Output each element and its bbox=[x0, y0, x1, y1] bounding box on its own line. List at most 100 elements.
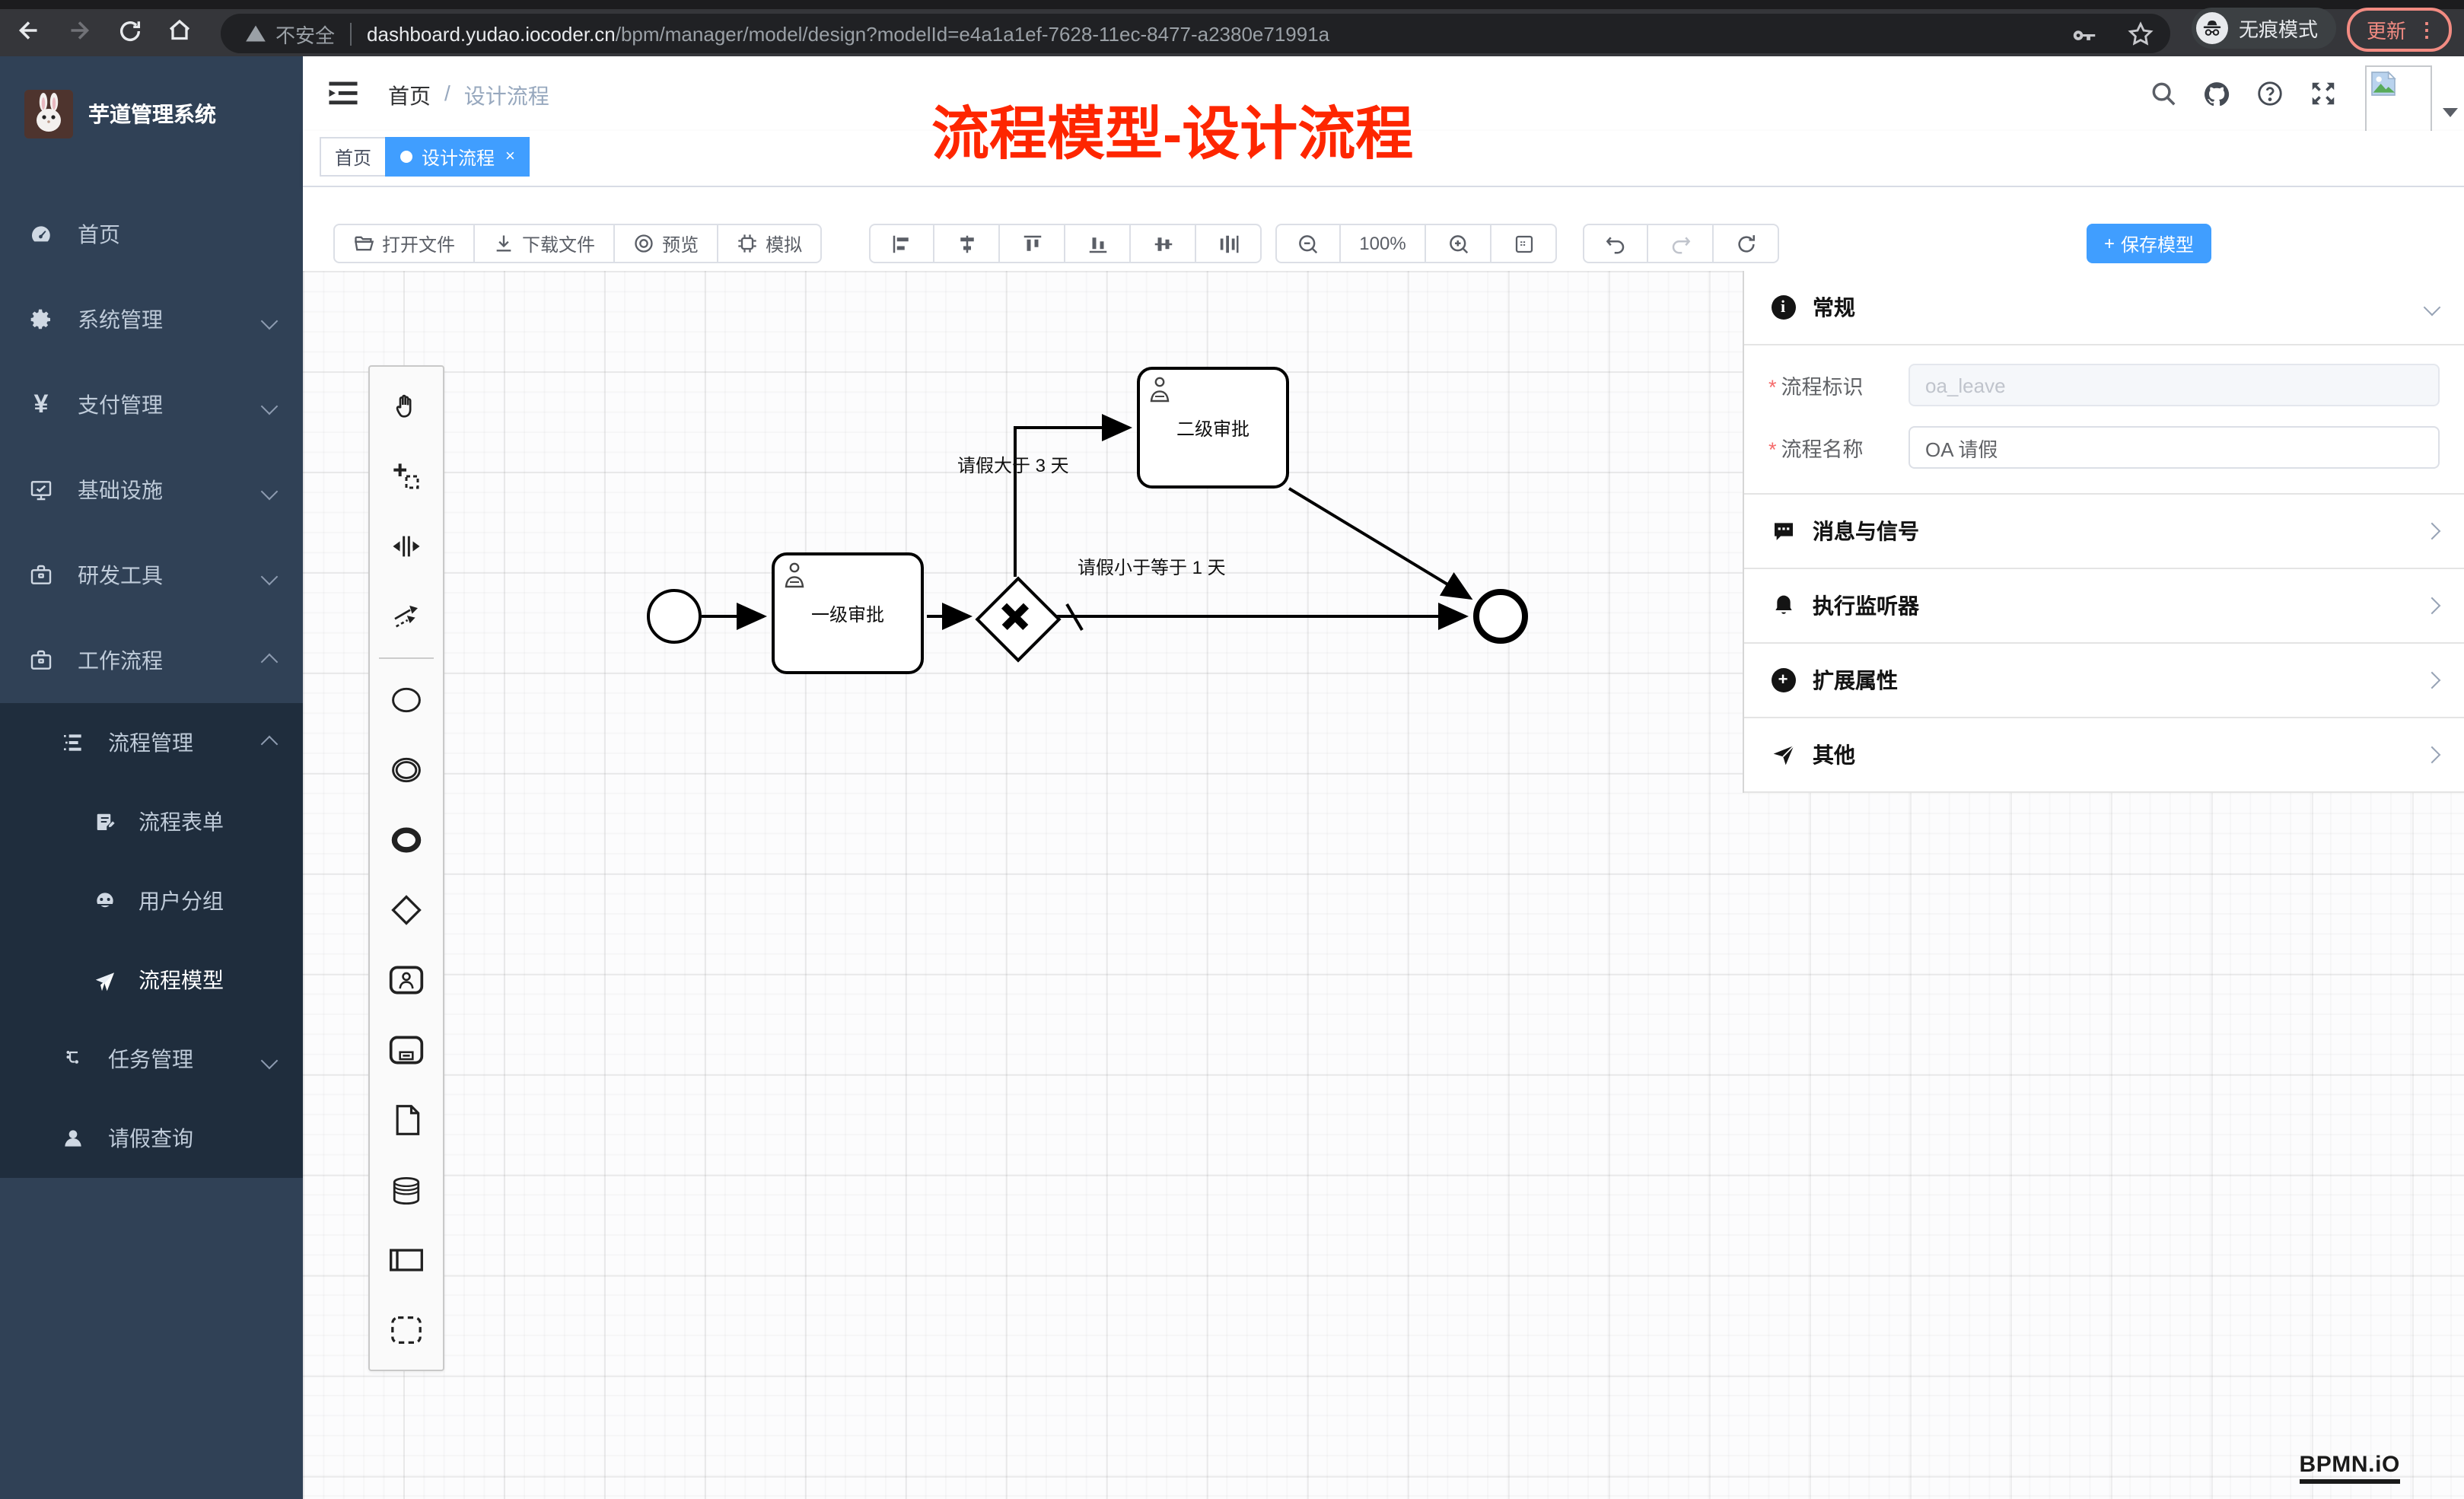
app-logo-row[interactable]: 芋道管理系统 bbox=[0, 56, 303, 151]
section-extended-attrs[interactable]: + 扩展属性 bbox=[1744, 644, 2464, 718]
incognito-badge: 无痕模式 bbox=[2192, 8, 2336, 49]
align-left-button[interactable] bbox=[869, 224, 934, 263]
redo-button[interactable] bbox=[1648, 224, 1714, 263]
bell-icon bbox=[1770, 593, 1796, 619]
close-icon[interactable]: × bbox=[505, 148, 515, 166]
flow-label-le1[interactable]: 请假小于等于 1 天 bbox=[1078, 554, 1226, 580]
app-window: 不安全 dashboard.yudao.iocoder.cn/bpm/manag… bbox=[0, 0, 2464, 1499]
restart-button[interactable] bbox=[1714, 224, 1779, 263]
flow-task2-to-end[interactable] bbox=[1289, 489, 1470, 598]
browser-toolbar: 不安全 dashboard.yudao.iocoder.cn/bpm/manag… bbox=[0, 0, 2464, 56]
tab-design-process[interactable]: 设计流程 × bbox=[385, 137, 530, 177]
end-event[interactable] bbox=[1473, 589, 1528, 644]
process-key-input[interactable] bbox=[1908, 364, 2440, 406]
chevron-right-icon bbox=[2424, 746, 2441, 764]
simulate-button[interactable]: 模拟 bbox=[718, 224, 822, 263]
update-button[interactable]: 更新 ⋮ bbox=[2347, 8, 2452, 52]
section-general[interactable]: i 常规 bbox=[1744, 271, 2464, 345]
preview-button[interactable]: 预览 bbox=[615, 224, 718, 263]
back-button[interactable] bbox=[14, 15, 44, 46]
task-label: 二级审批 bbox=[1176, 415, 1250, 441]
chevron-down-icon bbox=[261, 483, 279, 501]
align-middle-vertical-button[interactable] bbox=[1131, 224, 1196, 263]
breadcrumb-separator: / bbox=[444, 81, 450, 111]
forward-button[interactable] bbox=[64, 15, 94, 46]
undo-button[interactable] bbox=[1583, 224, 1648, 263]
zoom-fit-button[interactable] bbox=[1491, 224, 1557, 263]
distribute-horizontal-button[interactable] bbox=[1196, 224, 1262, 263]
process-name-input[interactable] bbox=[1908, 426, 2440, 469]
chevron-right-icon bbox=[2424, 672, 2441, 689]
bpmn-io-watermark[interactable]: BPMN.iO bbox=[2299, 1453, 2400, 1484]
user-task-level2[interactable]: 二级审批 bbox=[1137, 367, 1289, 489]
avatar-caret-icon[interactable] bbox=[2443, 108, 2458, 117]
sidebar-item-process-form[interactable]: 流程表单 bbox=[0, 782, 303, 861]
address-bar[interactable]: 不安全 dashboard.yudao.iocoder.cn/bpm/manag… bbox=[221, 14, 2170, 53]
user-icon bbox=[61, 1126, 85, 1151]
sidebar-item-devtools[interactable]: 研发工具 bbox=[0, 533, 303, 618]
help-icon[interactable] bbox=[2255, 79, 2284, 108]
tab-home[interactable]: 首页 bbox=[320, 137, 387, 177]
section-label: 常规 bbox=[1813, 292, 2409, 323]
sidebar-item-label: 研发工具 bbox=[78, 560, 163, 590]
sidebar-item-system[interactable]: 系统管理 bbox=[0, 277, 303, 362]
reload-button[interactable] bbox=[114, 15, 145, 46]
zoom-in-button[interactable] bbox=[1426, 224, 1491, 263]
sidebar-item-label: 流程模型 bbox=[138, 965, 224, 995]
save-model-button[interactable]: + 保存模型 bbox=[2087, 224, 2211, 263]
align-top-button[interactable] bbox=[1000, 224, 1065, 263]
section-label: 执行监听器 bbox=[1813, 590, 2409, 621]
sidebar-item-leave-query[interactable]: 请假查询 bbox=[0, 1099, 303, 1178]
chevron-down-icon bbox=[261, 568, 279, 586]
flow-icon bbox=[61, 1047, 85, 1071]
chevron-down-icon bbox=[261, 1052, 279, 1070]
search-icon[interactable] bbox=[2149, 79, 2178, 108]
gear-icon bbox=[29, 307, 53, 332]
key-icon[interactable] bbox=[2070, 19, 2099, 48]
sidebar-item-process-model[interactable]: 流程模型 bbox=[0, 940, 303, 1020]
section-message-signal[interactable]: 消息与信号 bbox=[1744, 495, 2464, 569]
download-file-button[interactable]: 下载文件 bbox=[475, 224, 615, 263]
sidebar-item-label: 工作流程 bbox=[78, 645, 163, 676]
zoom-out-button[interactable] bbox=[1275, 224, 1341, 263]
sidebar-item-label: 请假查询 bbox=[108, 1123, 193, 1154]
sidebar-item-label: 基础设施 bbox=[78, 475, 163, 505]
task-label: 一级审批 bbox=[811, 600, 884, 626]
open-file-button[interactable]: 打开文件 bbox=[333, 224, 475, 263]
sidebar-item-process-mgmt[interactable]: 流程管理 bbox=[0, 703, 303, 782]
user-task-level1[interactable]: 一级审批 bbox=[772, 552, 924, 674]
sidebar-item-infra[interactable]: 基础设施 bbox=[0, 447, 303, 533]
warning-icon bbox=[245, 23, 266, 44]
sidebar-collapse-icon[interactable] bbox=[326, 78, 359, 108]
section-execution-listener[interactable]: 执行监听器 bbox=[1744, 569, 2464, 644]
breadcrumb-home[interactable]: 首页 bbox=[388, 81, 431, 111]
button-label: 预览 bbox=[662, 231, 699, 256]
sidebar-item-user-group[interactable]: 用户分组 bbox=[0, 861, 303, 940]
sidebar-item-workflow[interactable]: 工作流程 bbox=[0, 618, 303, 703]
sidebar-item-payment[interactable]: ¥ 支付管理 bbox=[0, 362, 303, 447]
section-other[interactable]: 其他 bbox=[1744, 718, 2464, 793]
bookmark-star-icon[interactable] bbox=[2126, 19, 2155, 48]
sidebar-item-home[interactable]: 首页 bbox=[0, 192, 303, 277]
paper-plane-icon bbox=[93, 968, 117, 992]
github-icon[interactable] bbox=[2202, 79, 2231, 108]
zoom-value: 100% bbox=[1359, 233, 1405, 254]
sidebar: 芋道管理系统 首页 系统管理 ¥ 支付管理 bbox=[0, 56, 303, 1499]
flow-label-gt3[interactable]: 请假大于 3 天 bbox=[957, 452, 1069, 478]
incognito-label: 无痕模式 bbox=[2239, 14, 2318, 43]
security-label[interactable]: 不安全 bbox=[275, 19, 335, 48]
process-name-label: *流程名称 bbox=[1768, 432, 1908, 463]
browser-menu-icon[interactable]: ⋮ bbox=[2417, 18, 2437, 42]
page-title-annotation: 流程模型-设计流程 bbox=[931, 103, 1413, 167]
start-event[interactable] bbox=[647, 589, 702, 644]
align-center-horizontal-button[interactable] bbox=[934, 224, 1000, 263]
sidebar-item-task-mgmt[interactable]: 任务管理 bbox=[0, 1020, 303, 1099]
chevron-down-icon bbox=[261, 398, 279, 415]
exclusive-gateway[interactable] bbox=[977, 578, 1053, 654]
home-button[interactable] bbox=[164, 15, 195, 46]
sidebar-item-label: 首页 bbox=[78, 219, 120, 250]
avatar[interactable] bbox=[2365, 65, 2432, 132]
align-bottom-button[interactable] bbox=[1065, 224, 1131, 263]
update-label: 更新 bbox=[2367, 15, 2406, 44]
fullscreen-icon[interactable] bbox=[2309, 79, 2338, 108]
